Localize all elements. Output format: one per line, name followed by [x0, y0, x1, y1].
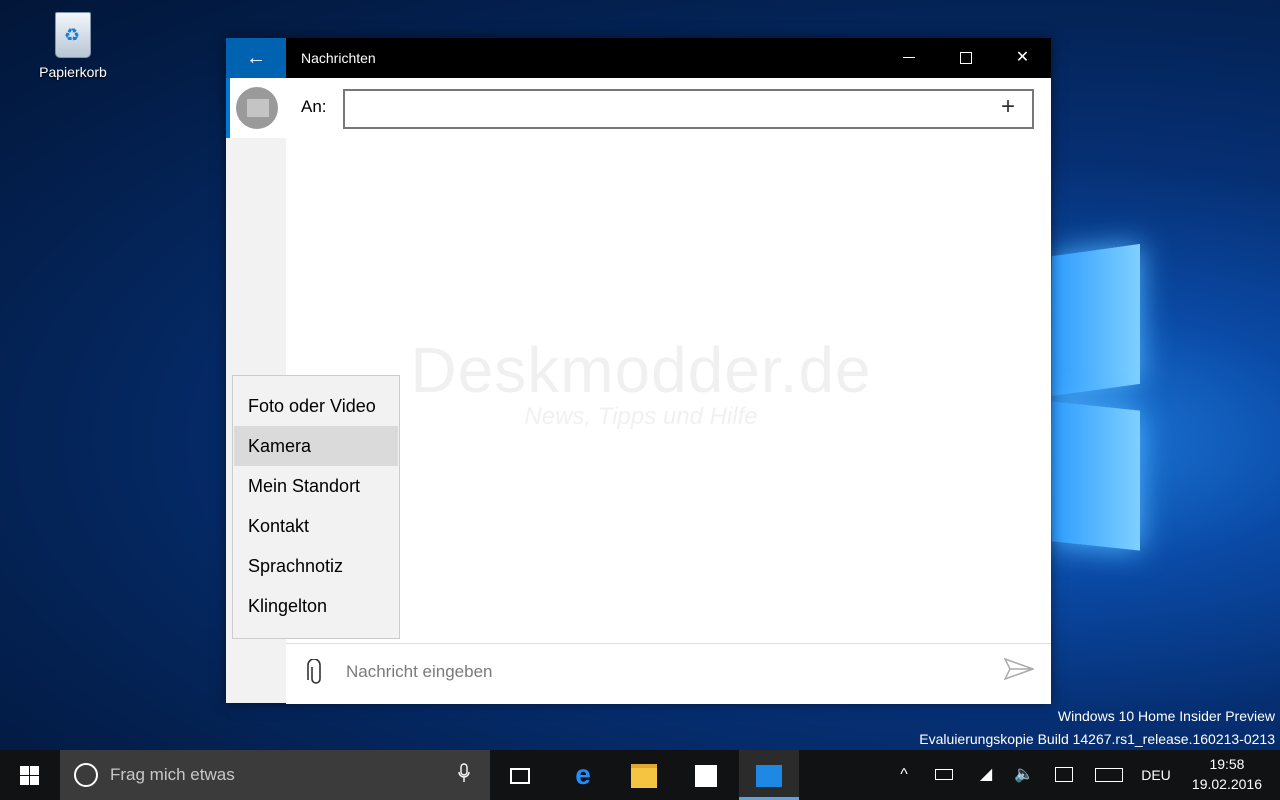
minimize-button[interactable] — [880, 38, 937, 78]
menu-item-ringtone[interactable]: Klingelton — [234, 586, 398, 626]
windows-start-icon — [20, 766, 39, 785]
store-icon — [695, 765, 717, 788]
build-info-line2: Evaluierungskopie Build 14267.rs1_releas… — [919, 731, 1275, 747]
recycle-bin-icon: ♻ — [55, 12, 91, 58]
cortana-icon — [74, 763, 98, 787]
windows-logo-wallpaper — [1052, 243, 1142, 551]
maximize-button[interactable] — [937, 38, 994, 78]
window-title: Nachrichten — [301, 50, 376, 66]
title-bar: ← Nachrichten ✕ — [226, 38, 1051, 78]
menu-item-camera[interactable]: Kamera — [234, 426, 398, 466]
action-center-icon[interactable] — [1050, 750, 1078, 800]
battery-icon[interactable] — [930, 750, 958, 800]
attach-icon[interactable] — [306, 658, 326, 694]
file-explorer-button[interactable] — [614, 750, 674, 800]
avatar — [236, 87, 278, 129]
close-icon: ✕ — [1015, 49, 1030, 66]
messaging-icon — [756, 765, 782, 788]
recycle-bin-desktop-icon[interactable]: ♻ Papierkorb — [28, 6, 118, 96]
add-contact-icon[interactable]: + — [1001, 92, 1015, 122]
store-button[interactable] — [676, 750, 736, 800]
watermark-title: Deskmodder.de — [410, 334, 872, 406]
message-input[interactable]: Nachricht eingeben — [346, 662, 492, 682]
edge-icon: e — [575, 759, 591, 790]
chevron-up-icon[interactable]: ^ — [892, 750, 916, 800]
recycle-bin-label: Papierkorb — [39, 64, 107, 80]
build-info-line1: Windows 10 Home Insider Preview — [1057, 708, 1275, 724]
back-button[interactable]: ← — [226, 38, 286, 78]
menu-item-photo-video[interactable]: Foto oder Video — [234, 386, 398, 426]
menu-item-location[interactable]: Mein Standort — [234, 466, 398, 506]
task-view-icon — [510, 768, 530, 785]
clock[interactable]: 19:58 19.02.2016 — [1192, 754, 1262, 794]
volume-icon[interactable]: 🔈 — [1010, 750, 1038, 800]
keyboard-icon[interactable] — [1092, 750, 1126, 800]
maximize-icon — [959, 51, 972, 64]
send-icon[interactable] — [1003, 657, 1036, 687]
minimize-icon — [902, 57, 915, 59]
recipient-input[interactable] — [343, 89, 1034, 129]
file-explorer-icon — [631, 764, 657, 789]
menu-item-voice-note[interactable]: Sprachnotiz — [234, 546, 398, 586]
microphone-icon[interactable] — [458, 763, 470, 788]
start-button[interactable] — [0, 750, 58, 800]
watermark-subtitle: News, Tipps und Hilfe — [524, 403, 758, 430]
task-view-button[interactable] — [490, 750, 550, 800]
to-label: An: — [301, 97, 327, 116]
clock-time: 19:58 — [1209, 756, 1245, 772]
watermark: Deskmodder.de News, Tipps und Hilfe — [401, 333, 881, 431]
edge-button[interactable]: e — [553, 750, 613, 800]
wifi-icon[interactable]: ◢ — [972, 750, 1000, 800]
close-button[interactable]: ✕ — [994, 38, 1051, 78]
search-placeholder: Frag mich etwas — [110, 765, 235, 784]
selection-indicator — [226, 78, 230, 138]
messaging-taskbar-button[interactable] — [739, 750, 799, 800]
clock-date: 19.02.2016 — [1191, 776, 1262, 792]
compose-bar: Nachricht eingeben — [286, 643, 1051, 704]
menu-item-contact[interactable]: Kontakt — [234, 506, 398, 546]
attach-menu: Foto oder Video Kamera Mein Standort Kon… — [232, 375, 400, 639]
search-box[interactable]: Frag mich etwas — [60, 750, 490, 800]
language-indicator[interactable]: DEU — [1136, 750, 1176, 800]
